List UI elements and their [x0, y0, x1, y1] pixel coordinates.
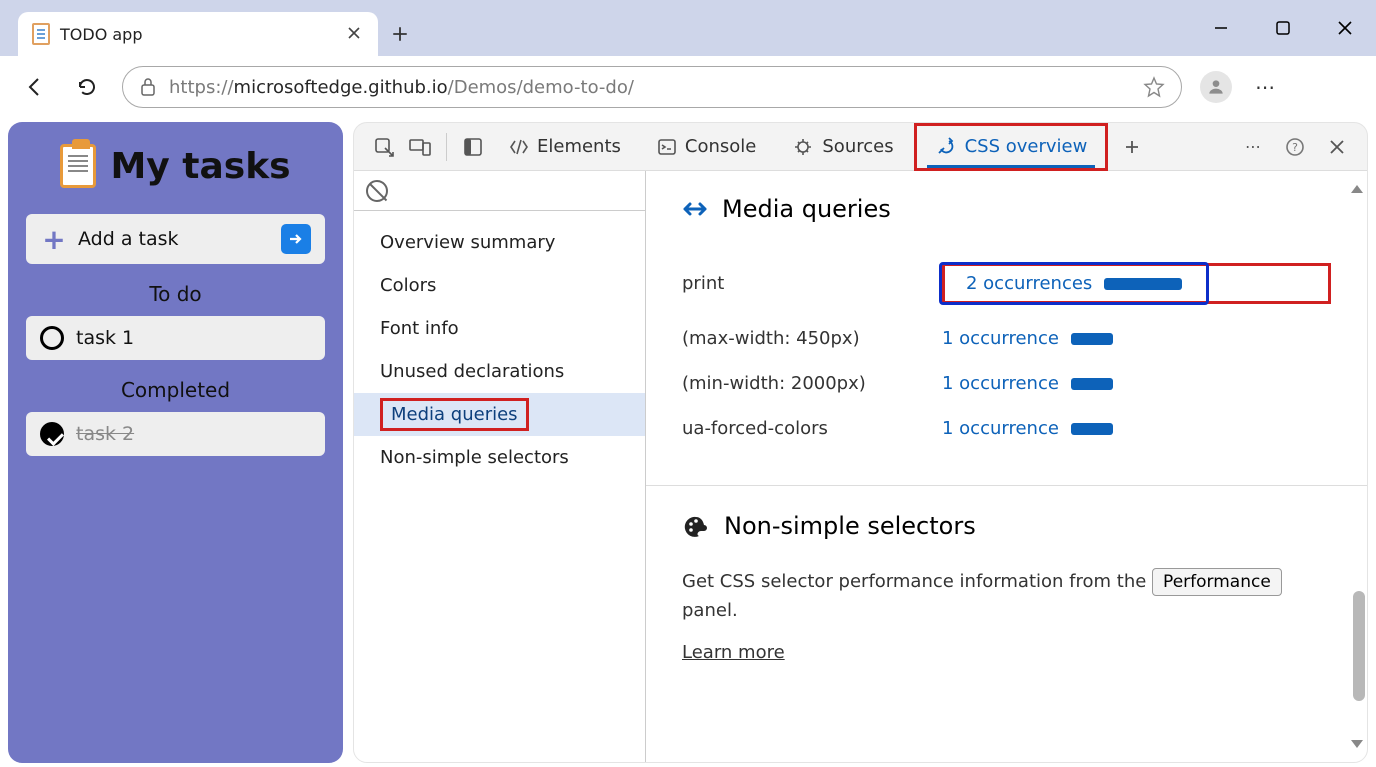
svg-text:?: ? — [1292, 141, 1298, 154]
tab-title: TODO app — [60, 25, 336, 44]
tab-css-overview[interactable]: CSS overview — [914, 123, 1109, 171]
maximize-button[interactable] — [1252, 4, 1314, 52]
task-checkbox-checked[interactable] — [40, 422, 64, 446]
clipboard-icon — [60, 144, 96, 188]
bar-icon — [1104, 278, 1182, 290]
nav-nonsimple[interactable]: Non-simple selectors — [354, 436, 645, 479]
new-tab-button[interactable] — [378, 12, 422, 56]
mq-label: ua-forced-colors — [682, 418, 942, 439]
inspect-element-button[interactable] — [366, 129, 402, 165]
submit-task-button[interactable] — [281, 224, 311, 254]
plus-icon: + — [40, 225, 68, 253]
dock-side-icon[interactable] — [455, 129, 491, 165]
media-queries-icon — [682, 199, 708, 219]
minimize-button[interactable] — [1190, 4, 1252, 52]
mq-row-forced: ua-forced-colors 1 occurrence — [682, 406, 1331, 451]
sources-icon — [792, 137, 814, 157]
window-title-bar: TODO app — [0, 0, 1376, 56]
devtools-more-button[interactable]: ⋯ — [1235, 129, 1271, 165]
task-item-done[interactable]: task 2 — [26, 412, 325, 456]
add-task-label: Add a task — [78, 228, 179, 250]
mq-row-minw: (min-width: 2000px) 1 occurrence — [682, 361, 1331, 406]
task-item[interactable]: task 1 — [26, 316, 325, 360]
elements-icon — [509, 138, 529, 156]
devtools-panel: Elements Console Sources CSS overview ⋯ … — [353, 122, 1368, 763]
bar-icon — [1071, 333, 1113, 345]
mq-label: print — [682, 273, 942, 294]
todo-section-header: To do — [26, 282, 325, 306]
completed-section-header: Completed — [26, 378, 325, 402]
sidebar-toolbar — [354, 171, 645, 211]
task-text: task 2 — [76, 423, 134, 445]
css-overview-main: Media queries print 2 occurrences (max-w… — [646, 171, 1367, 762]
profile-button[interactable] — [1200, 71, 1232, 103]
scroll-up-arrow[interactable] — [1351, 185, 1363, 193]
nav-font-info[interactable]: Font info — [354, 307, 645, 350]
back-button[interactable] — [18, 70, 52, 104]
close-tab-button[interactable] — [346, 25, 364, 43]
palette-icon — [682, 514, 710, 538]
browser-menu-button[interactable]: ⋯ — [1250, 71, 1282, 103]
tab-sources[interactable]: Sources — [774, 123, 911, 171]
mq-label: (min-width: 2000px) — [682, 373, 942, 394]
devtools-tabstrip: Elements Console Sources CSS overview ⋯ … — [354, 123, 1367, 171]
nav-colors[interactable]: Colors — [354, 264, 645, 307]
close-devtools-button[interactable] — [1319, 129, 1355, 165]
favorite-button[interactable] — [1143, 76, 1165, 98]
mq-label: (max-width: 450px) — [682, 328, 942, 349]
scroll-down-arrow[interactable] — [1351, 740, 1363, 748]
mq-occurrences-link[interactable]: 1 occurrence — [942, 418, 1331, 439]
address-bar[interactable]: https://microsoftedge.github.io/Demos/de… — [122, 66, 1182, 108]
learn-more-link[interactable]: Learn more — [682, 642, 785, 663]
mq-row-print: print 2 occurrences — [682, 251, 1331, 316]
scrollbar-thumb[interactable] — [1353, 591, 1365, 701]
reload-button[interactable] — [70, 70, 104, 104]
media-queries-heading: Media queries — [682, 195, 1331, 223]
device-toggle-button[interactable] — [402, 129, 438, 165]
add-task-card[interactable]: + Add a task — [26, 214, 325, 264]
bar-icon — [1071, 423, 1113, 435]
browser-tab[interactable]: TODO app — [18, 12, 378, 56]
nonsimple-description: Get CSS selector performance information… — [682, 568, 1331, 626]
bar-icon — [1071, 378, 1113, 390]
mq-occurrences-link[interactable]: 1 occurrence — [942, 328, 1331, 349]
window-controls — [1190, 0, 1376, 56]
console-icon — [657, 138, 677, 156]
url-text: https://microsoftedge.github.io/Demos/de… — [169, 77, 634, 98]
css-overview-sidebar: Overview summary Colors Font info Unused… — [354, 171, 646, 762]
help-button[interactable]: ? — [1277, 129, 1313, 165]
add-tab-button[interactable] — [1114, 129, 1150, 165]
task-text: task 1 — [76, 327, 134, 349]
rendered-page: My tasks + Add a task To do task 1 Compl… — [8, 122, 343, 763]
nonsimple-heading: Non-simple selectors — [682, 512, 1331, 540]
tab-console[interactable]: Console — [639, 123, 774, 171]
clear-icon[interactable] — [366, 180, 388, 202]
mq-occurrences-link[interactable]: 2 occurrences — [939, 262, 1209, 305]
nav-unused-declarations[interactable]: Unused declarations — [354, 350, 645, 393]
mq-occurrences-link[interactable]: 1 occurrence — [942, 373, 1331, 394]
close-window-button[interactable] — [1314, 4, 1376, 52]
nav-media-queries[interactable]: Media queries — [354, 393, 645, 436]
tab-elements[interactable]: Elements — [491, 123, 639, 171]
performance-button[interactable]: Performance — [1152, 568, 1282, 596]
lock-icon — [139, 77, 157, 97]
css-overview-icon — [935, 137, 957, 157]
task-checkbox[interactable] — [40, 326, 64, 350]
mq-row-maxw: (max-width: 450px) 1 occurrence — [682, 316, 1331, 361]
tab-favicon-icon — [32, 23, 50, 45]
browser-toolbar: https://microsoftedge.github.io/Demos/de… — [0, 56, 1376, 118]
section-divider — [646, 485, 1367, 486]
page-title: My tasks — [26, 144, 325, 188]
nav-overview-summary[interactable]: Overview summary — [354, 221, 645, 264]
